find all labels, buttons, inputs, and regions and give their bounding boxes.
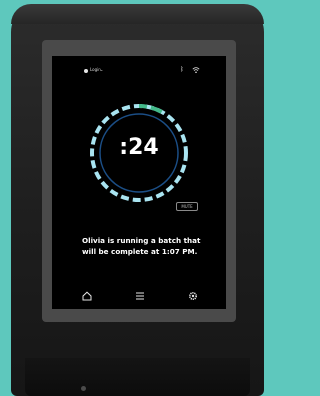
chevron-down-icon[interactable]: ⌄ [100,67,103,72]
device-base [25,358,250,396]
logo-icon [84,69,88,73]
indicator-dot [81,386,86,391]
settings-gear-icon[interactable] [187,290,199,302]
status-message: Olivia is running a batch that will be c… [82,236,201,256]
device-top-cap [11,4,264,24]
bluetooth-icon: ᛒ [180,66,184,73]
touch-screen: Login ⌄ ᛒ :24 MUTE Olivia is running a b… [52,56,226,309]
bottom-nav [52,286,226,306]
home-icon[interactable] [81,290,93,302]
timer-countdown: :24 [119,135,159,160]
wifi-icon [192,67,200,74]
menu-icon[interactable] [134,290,146,302]
mute-button[interactable]: MUTE [176,202,198,211]
status-bar: Login ⌄ ᛒ [52,56,226,82]
